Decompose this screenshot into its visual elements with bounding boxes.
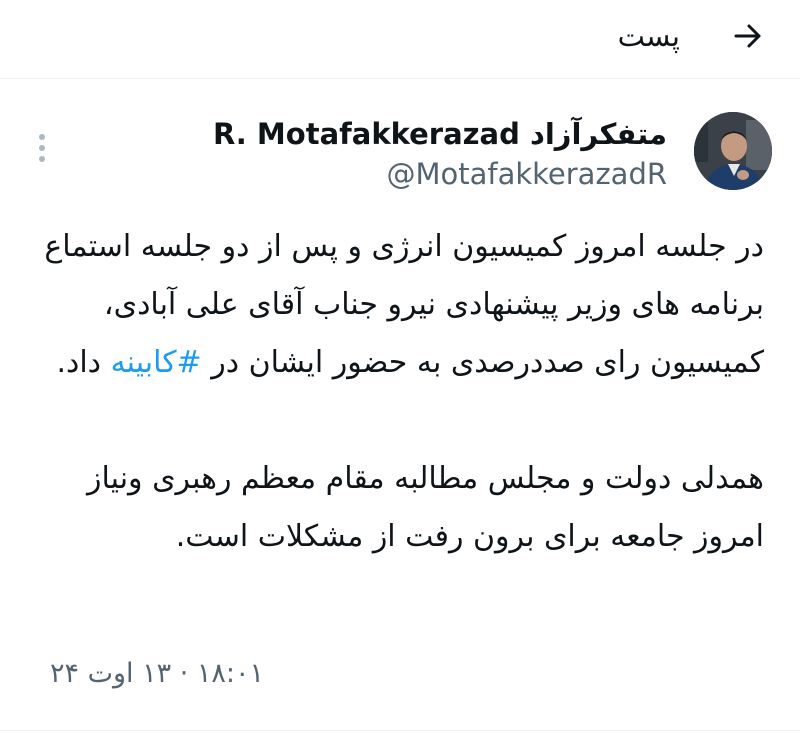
footer-divider: [0, 730, 800, 731]
profile-photo-icon: [694, 112, 772, 190]
dot-icon: [39, 134, 45, 140]
author-name[interactable]: متفکرآزاد R. Motafakkerazad: [213, 114, 667, 154]
tweet-text-segment: داد.: [56, 345, 111, 380]
avatar[interactable]: [694, 112, 772, 190]
tweet-paragraph: همدلی دولت و مجلس مطالبه مقام معظم رهبری…: [87, 461, 764, 554]
tweet-text: در جلسه امروز کمیسیون انرژی و پس از دو ج…: [22, 218, 764, 566]
header-divider: [0, 78, 800, 79]
dot-icon: [39, 145, 45, 151]
top-bar: پست: [0, 0, 800, 78]
arrow-right-icon: [734, 24, 761, 48]
author-handle[interactable]: @MotafakkerazadR: [386, 154, 667, 194]
separator: ·: [171, 658, 189, 689]
author-name-fa: متفکرآزاد: [529, 117, 667, 151]
author-name-en: R. Motafakkerazad: [212, 117, 520, 151]
more-options-button[interactable]: [28, 128, 56, 168]
dot-icon: [39, 156, 45, 162]
page-title: پست: [617, 19, 680, 53]
hashtag-link[interactable]: #کابینه: [111, 345, 202, 380]
tweet-time: ۱۸:۰۱: [196, 658, 265, 689]
tweet-date: ۱۳ اوت ۲۴: [50, 658, 172, 689]
tweet-timestamp[interactable]: ۱۸:۰۱ · ۱۳ اوت ۲۴: [50, 652, 264, 696]
tweet-paragraph: در جلسه امروز کمیسیون انرژی و پس از دو ج…: [22, 218, 764, 392]
back-button[interactable]: [726, 14, 770, 58]
